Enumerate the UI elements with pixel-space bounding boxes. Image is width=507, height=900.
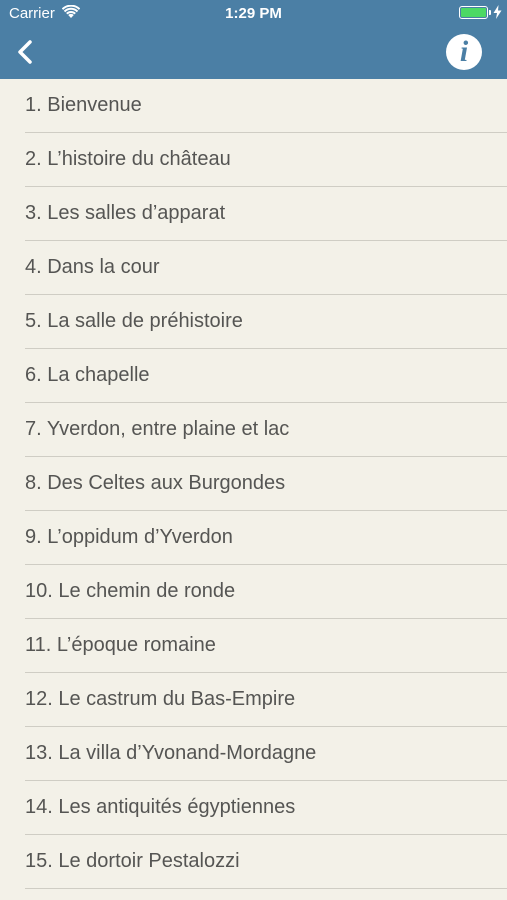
list-item[interactable]: 7. Yverdon, entre plaine et lac	[25, 403, 507, 457]
chapter-list: 1. Bienvenue 2. L’histoire du château 3. L…	[0, 79, 507, 889]
status-bar: Carrier 1:29 PM	[0, 0, 507, 28]
list-item[interactable]: 10. Le chemin de ronde	[25, 565, 507, 619]
list-item[interactable]: 15. Le dortoir Pestalozzi	[25, 835, 507, 889]
header: Carrier 1:29 PM i	[0, 0, 507, 79]
list-item[interactable]: 4. Dans la cour	[25, 241, 507, 295]
list-item[interactable]: 9. L’oppidum d’Yverdon	[25, 511, 507, 565]
battery-icon	[459, 6, 488, 19]
list-item[interactable]: 12. Le castrum du Bas-Empire	[25, 673, 507, 727]
list-item[interactable]: 14. Les antiquités égyptiennes	[25, 781, 507, 835]
battery-level	[461, 8, 486, 17]
list-item-label: 5. La salle de préhistoire	[25, 310, 243, 332]
list-item-label: 13. La villa d’Yvonand-Mordagne	[25, 742, 317, 764]
battery-cap	[489, 10, 491, 15]
list-item[interactable]: 1. Bienvenue	[25, 79, 507, 133]
list-item-label: 12. Le castrum du Bas-Empire	[25, 688, 296, 710]
list-item-label: 14. Les antiquités égyptiennes	[25, 796, 296, 818]
list-item-label: 9. L’oppidum d’Yverdon	[25, 526, 233, 548]
list-item-label: 10. Le chemin de ronde	[25, 580, 236, 602]
info-button[interactable]: i	[446, 34, 482, 70]
chevron-left-icon	[18, 40, 32, 64]
list-item[interactable]: 5. La salle de préhistoire	[25, 295, 507, 349]
list-item-label: 6. La chapelle	[25, 364, 150, 386]
list-item-label: 8. Des Celtes aux Burgondes	[25, 472, 286, 494]
list-item-label: 11. L’époque romaine	[25, 634, 216, 656]
info-icon: i	[459, 35, 469, 68]
list-item[interactable]: 11. L’époque romaine	[25, 619, 507, 673]
charging-bolt-icon	[493, 5, 502, 23]
list-item[interactable]: 3. Les salles d’apparat	[25, 187, 507, 241]
back-button[interactable]	[8, 34, 44, 70]
list-item-label: 4. Dans la cour	[25, 256, 160, 278]
navigation-bar: i	[0, 28, 507, 79]
list-item-label: 15. Le dortoir Pestalozzi	[25, 850, 240, 872]
list-item-label: 3. Les salles d’apparat	[25, 202, 226, 224]
list-item[interactable]: 2. L’histoire du château	[25, 133, 507, 187]
list-item[interactable]: 8. Des Celtes aux Burgondes	[25, 457, 507, 511]
clock: 1:29 PM	[225, 5, 282, 22]
list-item-label: 1. Bienvenue	[25, 94, 142, 116]
list-item-label: 7. Yverdon, entre plaine et lac	[25, 418, 290, 440]
list-item-label: 2. L’histoire du château	[25, 148, 231, 170]
list-item[interactable]: 6. La chapelle	[25, 349, 507, 403]
list-item[interactable]: 13. La villa d’Yvonand-Mordagne	[25, 727, 507, 781]
